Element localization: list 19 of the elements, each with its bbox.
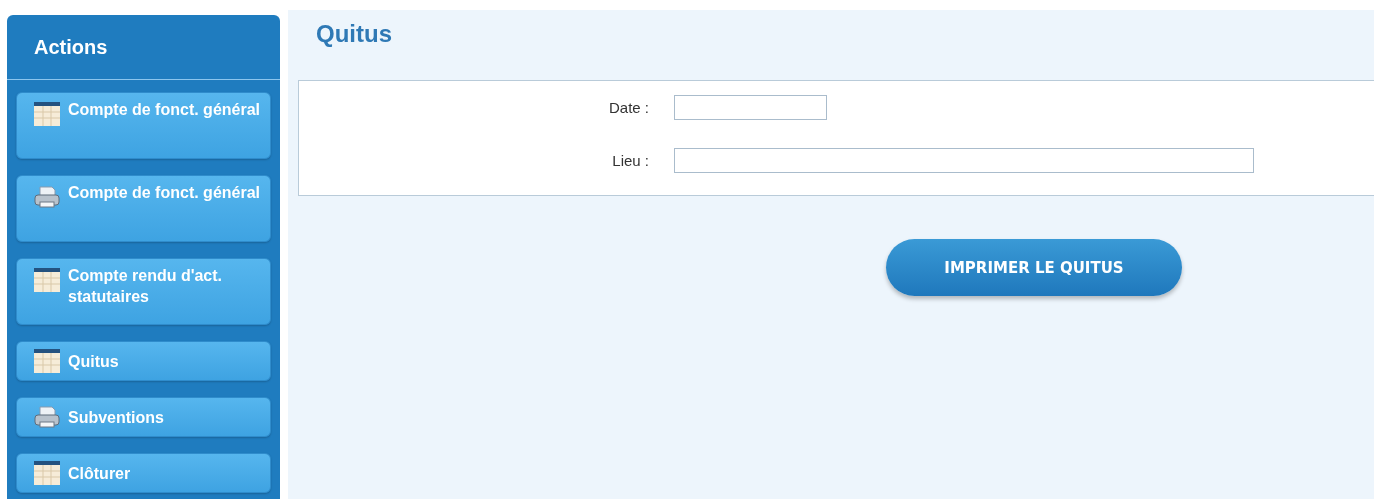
printer-icon [34, 185, 60, 209]
sidebar-item[interactable]: Compte de fonct. général [16, 175, 271, 242]
page-title: Quitus [316, 20, 393, 48]
sidebar-item[interactable]: Subventions [16, 397, 271, 437]
print-button[interactable]: IMPRIMER LE QUITUS [886, 239, 1182, 296]
input-field[interactable] [674, 148, 1254, 173]
table-icon [34, 349, 60, 373]
sidebar-item[interactable]: Compte de fonct. général [16, 92, 271, 159]
field-label: Lieu : [611, 152, 649, 169]
printer-icon [34, 405, 60, 429]
table-icon [34, 268, 60, 292]
table-icon [34, 461, 60, 485]
input-field[interactable] [674, 95, 827, 120]
table-icon [34, 102, 60, 126]
sidebar-title: Actions [34, 35, 108, 59]
sidebar-item[interactable]: Quitus [16, 341, 271, 381]
sidebar-item[interactable]: Clôturer [16, 453, 271, 493]
field-label: Date : [607, 99, 649, 116]
sidebar-item[interactable]: Compte rendu d'act. statutaires [16, 258, 271, 325]
